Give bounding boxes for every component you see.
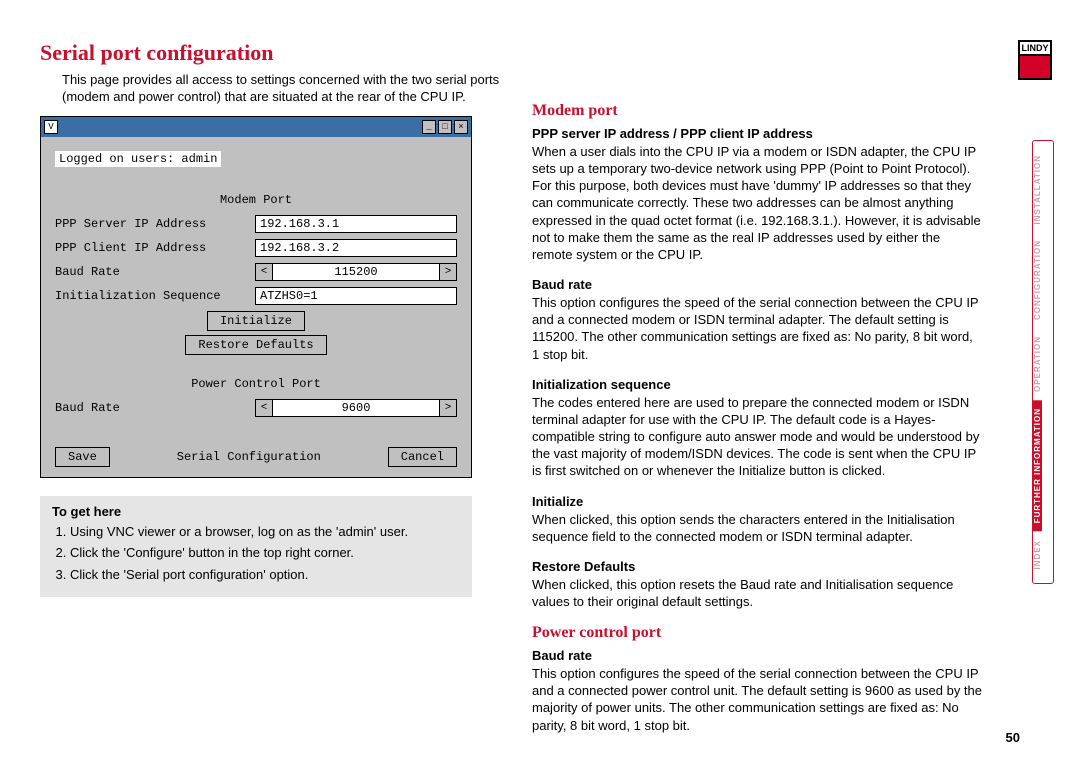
brand-square-icon (1018, 54, 1052, 80)
side-nav: INSTALLATION CONFIGURATION OPERATION FUR… (1032, 140, 1054, 584)
initseq-heading: Initialization sequence (532, 377, 982, 392)
nav-installation[interactable]: INSTALLATION (1033, 147, 1042, 232)
page-number: 50 (1006, 730, 1020, 745)
restore-defaults-button[interactable]: Restore Defaults (185, 335, 326, 355)
init-seq-label: Initialization Sequence (55, 289, 255, 303)
baud1-heading: Baud rate (532, 277, 982, 292)
modem-port-heading: Modem Port (55, 193, 457, 207)
restore-text: When clicked, this option resets the Bau… (532, 576, 982, 610)
power-baud-label: Baud Rate (55, 401, 255, 415)
minimize-button[interactable]: _ (422, 120, 436, 134)
howto-step: Click the 'Configure' button in the top … (70, 544, 460, 562)
nav-configuration[interactable]: CONFIGURATION (1033, 232, 1042, 328)
baud2-text: This option configures the speed of the … (532, 665, 982, 734)
modem-baud-label: Baud Rate (55, 265, 255, 279)
howto-step: Using VNC viewer or a browser, log on as… (70, 523, 460, 541)
baud1-text: This option configures the speed of the … (532, 294, 982, 363)
modem-port-subheading: Modem port (532, 102, 982, 120)
nav-index[interactable]: INDEX (1033, 532, 1042, 577)
ppp-text: When a user dials into the CPU IP via a … (532, 143, 982, 263)
howto-heading: To get here (52, 504, 460, 519)
window-titlebar: V _ □ × (41, 117, 471, 137)
howto-box: To get here Using VNC viewer or a browse… (40, 496, 472, 598)
power-baud-value: 9600 (273, 399, 439, 417)
power-baud-increment-icon[interactable]: > (439, 399, 457, 417)
howto-step: Click the 'Serial port configuration' op… (70, 566, 460, 584)
dialog-title: Serial Configuration (110, 450, 388, 464)
page-title: Serial port configuration (40, 40, 500, 66)
ppp-client-label: PPP Client IP Address (55, 241, 255, 255)
brand-logo: LINDY (1018, 40, 1052, 80)
initseq-text: The codes entered here are used to prepa… (532, 394, 982, 480)
ppp-server-label: PPP Server IP Address (55, 217, 255, 231)
baud-decrement-icon[interactable]: < (255, 263, 273, 281)
logged-on-text: Logged on users: admin (55, 151, 221, 167)
initialize-button[interactable]: Initialize (207, 311, 305, 331)
ppp-client-input[interactable]: 192.168.3.2 (255, 239, 457, 257)
cancel-button[interactable]: Cancel (388, 447, 457, 467)
init-text: When clicked, this option sends the char… (532, 511, 982, 545)
nav-further-information[interactable]: FURTHER INFORMATION (1033, 400, 1042, 531)
init-heading: Initialize (532, 494, 982, 509)
modem-baud-value: 115200 (273, 263, 439, 281)
intro-text: This page provides all access to setting… (62, 72, 500, 106)
ppp-heading: PPP server IP address / PPP client IP ad… (532, 126, 982, 141)
config-window: V _ □ × Logged on users: admin Modem Por… (40, 116, 472, 478)
power-baud-spinner[interactable]: < 9600 > (255, 399, 457, 417)
init-seq-input[interactable]: ATZHS0=1 (255, 287, 457, 305)
window-icon: V (44, 120, 58, 134)
power-port-heading: Power Control Port (55, 377, 457, 391)
nav-operation[interactable]: OPERATION (1033, 328, 1042, 400)
modem-baud-spinner[interactable]: < 115200 > (255, 263, 457, 281)
close-button[interactable]: × (454, 120, 468, 134)
baud-increment-icon[interactable]: > (439, 263, 457, 281)
baud2-heading: Baud rate (532, 648, 982, 663)
maximize-button[interactable]: □ (438, 120, 452, 134)
ppp-server-input[interactable]: 192.168.3.1 (255, 215, 457, 233)
power-baud-decrement-icon[interactable]: < (255, 399, 273, 417)
restore-heading: Restore Defaults (532, 559, 982, 574)
power-port-subheading: Power control port (532, 624, 982, 642)
save-button[interactable]: Save (55, 447, 110, 467)
